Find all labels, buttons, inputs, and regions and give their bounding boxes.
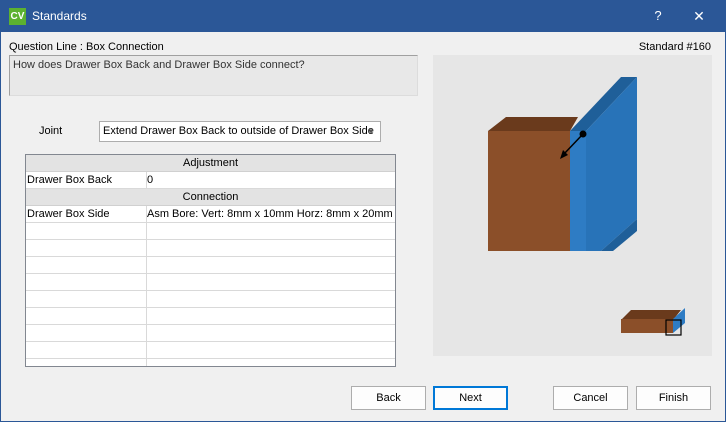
next-button[interactable]: Next <box>433 386 508 410</box>
drawer-back-top <box>488 117 578 131</box>
standards-dialog: CV Standards ? ✕ Question Line : Box Con… <box>0 0 726 422</box>
grid-row-empty <box>26 308 395 325</box>
grid-row-empty <box>26 359 395 366</box>
grid-row-empty <box>26 223 395 240</box>
close-button[interactable]: ✕ <box>681 5 717 27</box>
joint-dropdown[interactable]: Extend Drawer Box Back to outside of Dra… <box>99 121 381 142</box>
app-logo-icon: CV <box>9 8 26 25</box>
grid-row-name: Drawer Box Side <box>26 206 147 222</box>
joint-preview-image <box>433 55 712 356</box>
help-button[interactable]: ? <box>641 5 675 27</box>
standard-number: Standard #160 <box>638 41 711 53</box>
chevron-down-icon: ▼ <box>367 127 375 136</box>
thumb-drawer-back <box>621 310 681 320</box>
property-grid[interactable]: Adjustment Drawer Box Back 0 Connection … <box>25 154 396 367</box>
grid-row-name: Drawer Box Back <box>26 172 147 188</box>
grid-section-header: Adjustment <box>26 155 395 172</box>
joint-dropdown-value: Extend Drawer Box Back to outside of Dra… <box>103 125 374 137</box>
grid-row[interactable]: Drawer Box Side Asm Bore: Vert: 8mm x 10… <box>26 206 395 223</box>
joint-preview-svg <box>488 77 685 336</box>
back-button[interactable]: Back <box>351 386 426 410</box>
window-title: Standards <box>32 9 87 23</box>
thumb-drawer-body <box>621 319 673 333</box>
grid-row-empty <box>26 325 395 342</box>
grid-row-value[interactable]: 0 <box>147 172 395 188</box>
question-text-box: How does Drawer Box Back and Drawer Box … <box>9 55 418 96</box>
grid-row-empty <box>26 274 395 291</box>
title-bar: CV Standards ? ✕ <box>1 1 725 32</box>
drawer-side-face <box>570 131 586 251</box>
joint-label: Joint <box>39 125 63 137</box>
cancel-button[interactable]: Cancel <box>553 386 628 410</box>
grid-row-empty <box>26 342 395 359</box>
finish-button[interactable]: Finish <box>636 386 711 410</box>
grid-row-value[interactable]: Asm Bore: Vert: 8mm x 10mm Horz: 8mm x 2… <box>147 206 395 222</box>
grid-section-header: Connection <box>26 189 395 206</box>
question-line-label: Question Line : Box Connection <box>9 41 164 53</box>
grid-row[interactable]: Drawer Box Back 0 <box>26 172 395 189</box>
grid-row-empty <box>26 291 395 308</box>
grid-row-empty <box>26 240 395 257</box>
grid-row-empty <box>26 257 395 274</box>
drawer-back-front <box>488 131 570 251</box>
